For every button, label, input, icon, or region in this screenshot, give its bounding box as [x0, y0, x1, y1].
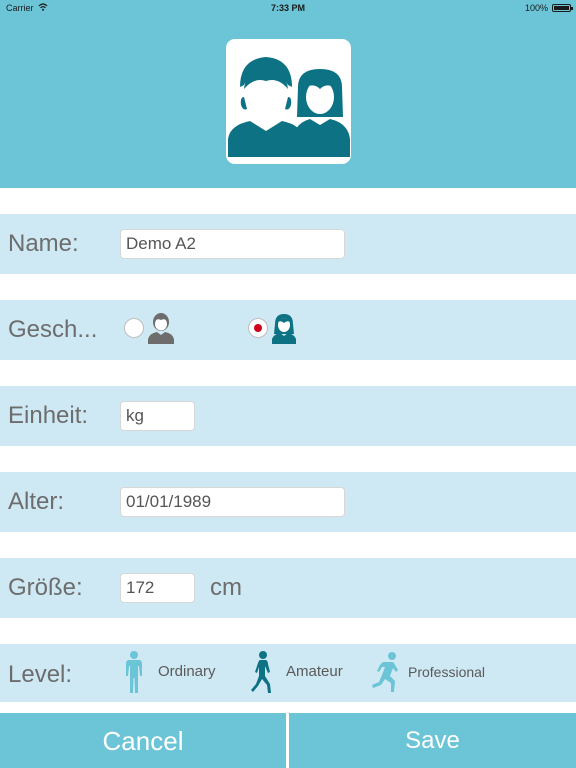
save-button[interactable]: Save: [289, 713, 576, 768]
clock-time: 7:33 PM: [270, 3, 305, 13]
status-bar: Carrier 7:33 PM 100%: [0, 0, 576, 16]
cancel-button[interactable]: Cancel: [0, 713, 286, 768]
gender-label: Gesch...: [8, 316, 98, 343]
age-row: Alter:: [0, 472, 576, 532]
couple-avatar-icon: [228, 57, 350, 157]
height-row: Größe: cm: [0, 558, 576, 618]
level-amateur-label: Amateur: [286, 663, 343, 680]
profile-edit-screen: Carrier 7:33 PM 100% Name: Demo A2 Gesch…: [0, 0, 576, 768]
age-label: Alter:: [8, 488, 65, 515]
gender-row: Gesch...: [0, 300, 576, 360]
battery-icon: [552, 4, 573, 12]
level-professional-label: Professional: [408, 664, 486, 680]
male-user-icon: [148, 313, 174, 344]
birthdate-input[interactable]: [120, 487, 345, 517]
profile-avatar[interactable]: [226, 39, 351, 164]
height-unit-label: cm: [210, 574, 242, 601]
level-label: Level:: [8, 661, 73, 688]
gender-male-radio[interactable]: [124, 318, 144, 338]
walking-person-icon: [251, 651, 271, 693]
name-label: Name:: [8, 230, 79, 257]
female-user-icon: [272, 314, 296, 344]
standing-person-icon: [126, 651, 142, 693]
battery-percent: 100%: [524, 3, 548, 13]
height-label: Größe:: [8, 574, 83, 601]
name-row: Name:: [0, 214, 576, 274]
name-input[interactable]: [120, 229, 345, 259]
profile-header: [0, 16, 576, 188]
height-input[interactable]: [120, 573, 195, 603]
unit-row: Einheit:: [0, 386, 576, 446]
unit-label: Einheit:: [8, 402, 89, 429]
unit-input[interactable]: [120, 401, 195, 431]
gender-female-radio[interactable]: [248, 318, 268, 338]
level-ordinary-label: Ordinary: [158, 663, 216, 680]
running-person-icon: [372, 652, 398, 692]
level-row: Level: Ordinary Amateur Professional: [0, 644, 576, 702]
